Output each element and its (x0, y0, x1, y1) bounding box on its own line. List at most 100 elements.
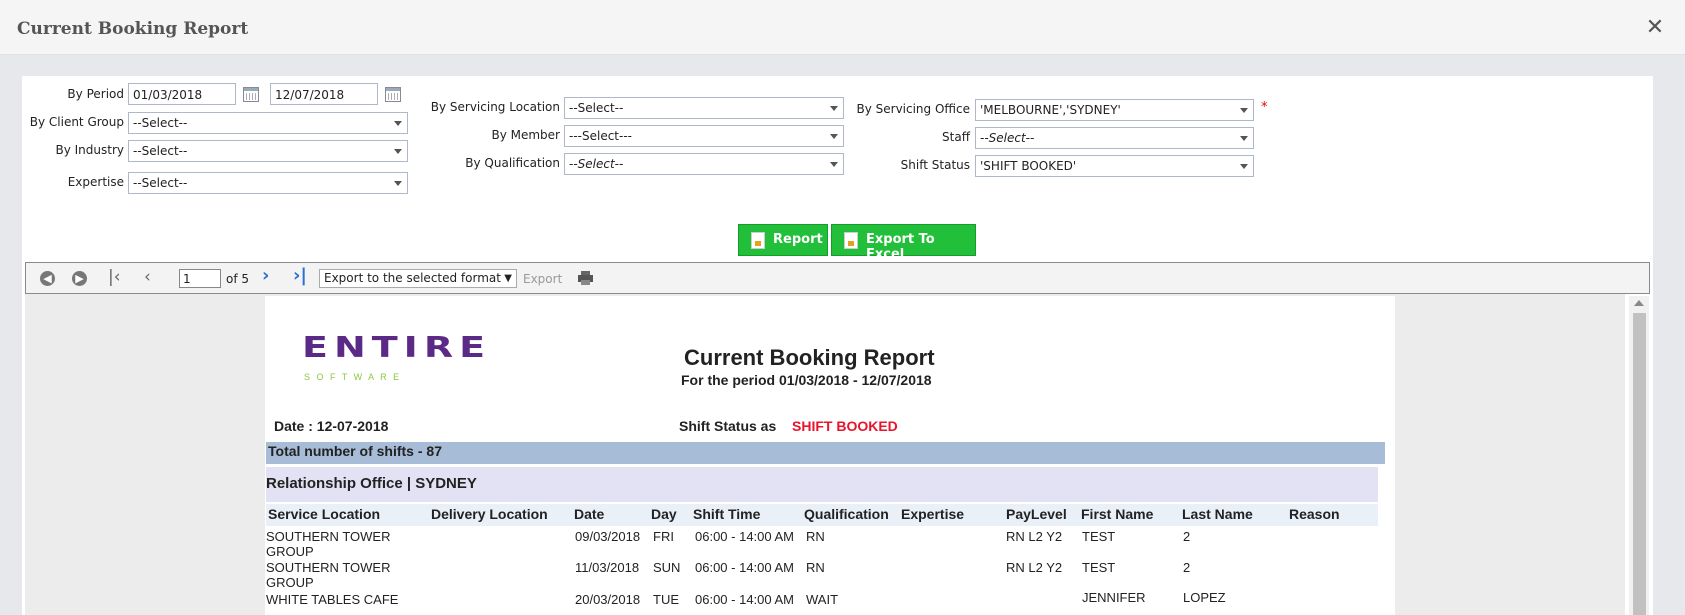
industry-select[interactable]: --Select-- (128, 140, 408, 162)
row3-day: TUE (653, 592, 679, 607)
row1-service-location: SOUTHERN TOWER (266, 529, 391, 544)
scroll-up-icon[interactable] (1634, 300, 1644, 306)
row2-paylevel: RN L2 Y2 (1006, 560, 1063, 575)
col-service-location: Service Location (268, 506, 381, 522)
next-page-icon[interactable]: › (262, 267, 269, 285)
client-group-select[interactable]: --Select-- (128, 112, 408, 134)
period-to-input[interactable]: 12/07/2018 (270, 83, 378, 105)
qualification-label: By Qualification (465, 156, 560, 170)
row2-day: SUN (653, 560, 681, 575)
print-icon[interactable] (578, 271, 593, 285)
chevron-down-icon (1240, 136, 1248, 141)
chevron-down-icon (830, 134, 838, 139)
report-button[interactable]: Report (738, 224, 828, 256)
row2-last-name: 2 (1183, 560, 1191, 575)
row2-first-name: TEST (1082, 560, 1116, 575)
shift-status-label: Shift Status (900, 158, 970, 172)
member-select[interactable]: ---Select--- (564, 125, 844, 147)
expertise-value: --Select-- (133, 176, 188, 190)
industry-label: By Industry (55, 143, 124, 157)
required-asterisk: * (1261, 100, 1268, 115)
page-count-label: of 5 (226, 272, 250, 286)
member-value: ---Select--- (569, 129, 632, 143)
client-group-label: By Client Group (29, 115, 124, 129)
chevron-down-icon (830, 162, 838, 167)
row1-service-location-2: GROUP (266, 544, 314, 559)
excel-doc-icon (844, 232, 858, 249)
row1-first-name: TEST (1082, 529, 1116, 544)
calendar-icon[interactable] (243, 87, 259, 102)
member-label: By Member (491, 128, 560, 142)
shift-status-badge: SHIFT BOOKED (792, 418, 898, 434)
forward-icon[interactable]: ▶ (72, 271, 87, 286)
row1-date: 09/03/2018 (575, 529, 641, 544)
export-excel-button[interactable]: Export To Excel (831, 224, 976, 262)
row1-day: FRI (653, 529, 674, 544)
report-period: For the period 01/03/2018 - 12/07/2018 (681, 372, 932, 388)
period-from-input[interactable]: 01/03/2018 (128, 83, 236, 105)
row3-shift-time: 06:00 - 14:00 AM (695, 592, 795, 607)
export-format-select[interactable]: Export to the selected format ▼ (319, 269, 517, 288)
staff-select[interactable]: --Select-- (975, 127, 1254, 149)
prev-page-icon[interactable]: ‹ (144, 269, 151, 286)
servicing-office-value: 'MELBOURNE','SYDNEY' (980, 103, 1121, 117)
col-last-name: Last Name (1182, 506, 1253, 522)
servicing-office-select[interactable]: 'MELBOURNE','SYDNEY' (975, 99, 1254, 121)
report-button-label: Report (773, 232, 823, 247)
servicing-office-label: By Servicing Office (856, 102, 970, 116)
back-icon[interactable]: ◀ (40, 271, 55, 286)
chevron-down-icon (1240, 108, 1248, 113)
row1-last-name: 2 (1183, 529, 1191, 544)
row3-last-name: LOPEZ (1183, 590, 1226, 605)
logo-subtext: S O F T W A R E (304, 372, 402, 382)
row2-date: 11/03/2018 (575, 560, 640, 575)
export-link[interactable]: Export (523, 272, 562, 286)
chevron-down-icon (830, 106, 838, 111)
qualification-select[interactable]: --Select-- (564, 153, 844, 175)
shift-status-select[interactable]: 'SHIFT BOOKED' (975, 155, 1254, 177)
col-date: Date (574, 506, 605, 522)
staff-label: Staff (942, 130, 970, 144)
export-excel-label: Export To Excel (866, 232, 935, 262)
row1-paylevel: RN L2 Y2 (1006, 529, 1063, 544)
report-date: Date : 12-07-2018 (274, 418, 389, 434)
col-shift-time: Shift Time (693, 506, 761, 522)
calendar-icon[interactable] (385, 87, 401, 102)
col-day: Day (651, 506, 677, 522)
chevron-down-icon: ▼ (504, 273, 512, 284)
row2-shift-time: 06:00 - 14:00 AM (695, 560, 795, 575)
shift-status-value: 'SHIFT BOOKED' (980, 159, 1077, 173)
staff-value: --Select-- (980, 131, 1035, 145)
scrollbar-thumb[interactable] (1633, 313, 1646, 615)
report-title: Current Booking Report (684, 345, 935, 370)
row3-service-location: WHITE TABLES CAFE (266, 592, 399, 607)
report-toolbar: ◀ ▶ |‹ ‹ 1 of 5 › ›| Export to the selec… (25, 262, 1650, 294)
first-page-icon[interactable]: |‹ (108, 269, 121, 286)
qualification-value: --Select-- (569, 157, 624, 171)
row2-service-location: SOUTHERN TOWER (266, 560, 391, 575)
row2-service-location-2: GROUP (266, 575, 314, 590)
shift-status-caption: Shift Status as (679, 418, 777, 434)
logo-wordmark: ENTIRE (302, 330, 492, 364)
report-doc-icon (751, 232, 765, 249)
col-qualification: Qualification (804, 506, 889, 522)
col-delivery-location: Delivery Location (431, 506, 548, 522)
client-group-value: --Select-- (133, 116, 188, 130)
by-period-label: By Period (67, 87, 124, 101)
chevron-down-icon (394, 121, 402, 126)
servicing-location-label: By Servicing Location (430, 100, 560, 114)
servicing-location-select[interactable]: --Select-- (564, 97, 844, 119)
expertise-select[interactable]: --Select-- (128, 172, 408, 194)
col-expertise: Expertise (901, 506, 965, 522)
row3-date: 20/03/2018 (575, 592, 641, 607)
servicing-location-value: --Select-- (569, 101, 624, 115)
last-page-icon[interactable]: ›| (293, 267, 307, 285)
export-format-value: Export to the selected format (324, 271, 501, 285)
chevron-down-icon (394, 181, 402, 186)
row3-first-name: JENNIFER (1082, 590, 1146, 605)
close-icon[interactable]: ✕ (1645, 17, 1665, 39)
chevron-down-icon (1240, 164, 1248, 169)
dialog-header: Current Booking Report ✕ (0, 0, 1685, 55)
page-number-input[interactable]: 1 (179, 269, 221, 288)
row1-shift-time: 06:00 - 14:00 AM (695, 529, 795, 544)
